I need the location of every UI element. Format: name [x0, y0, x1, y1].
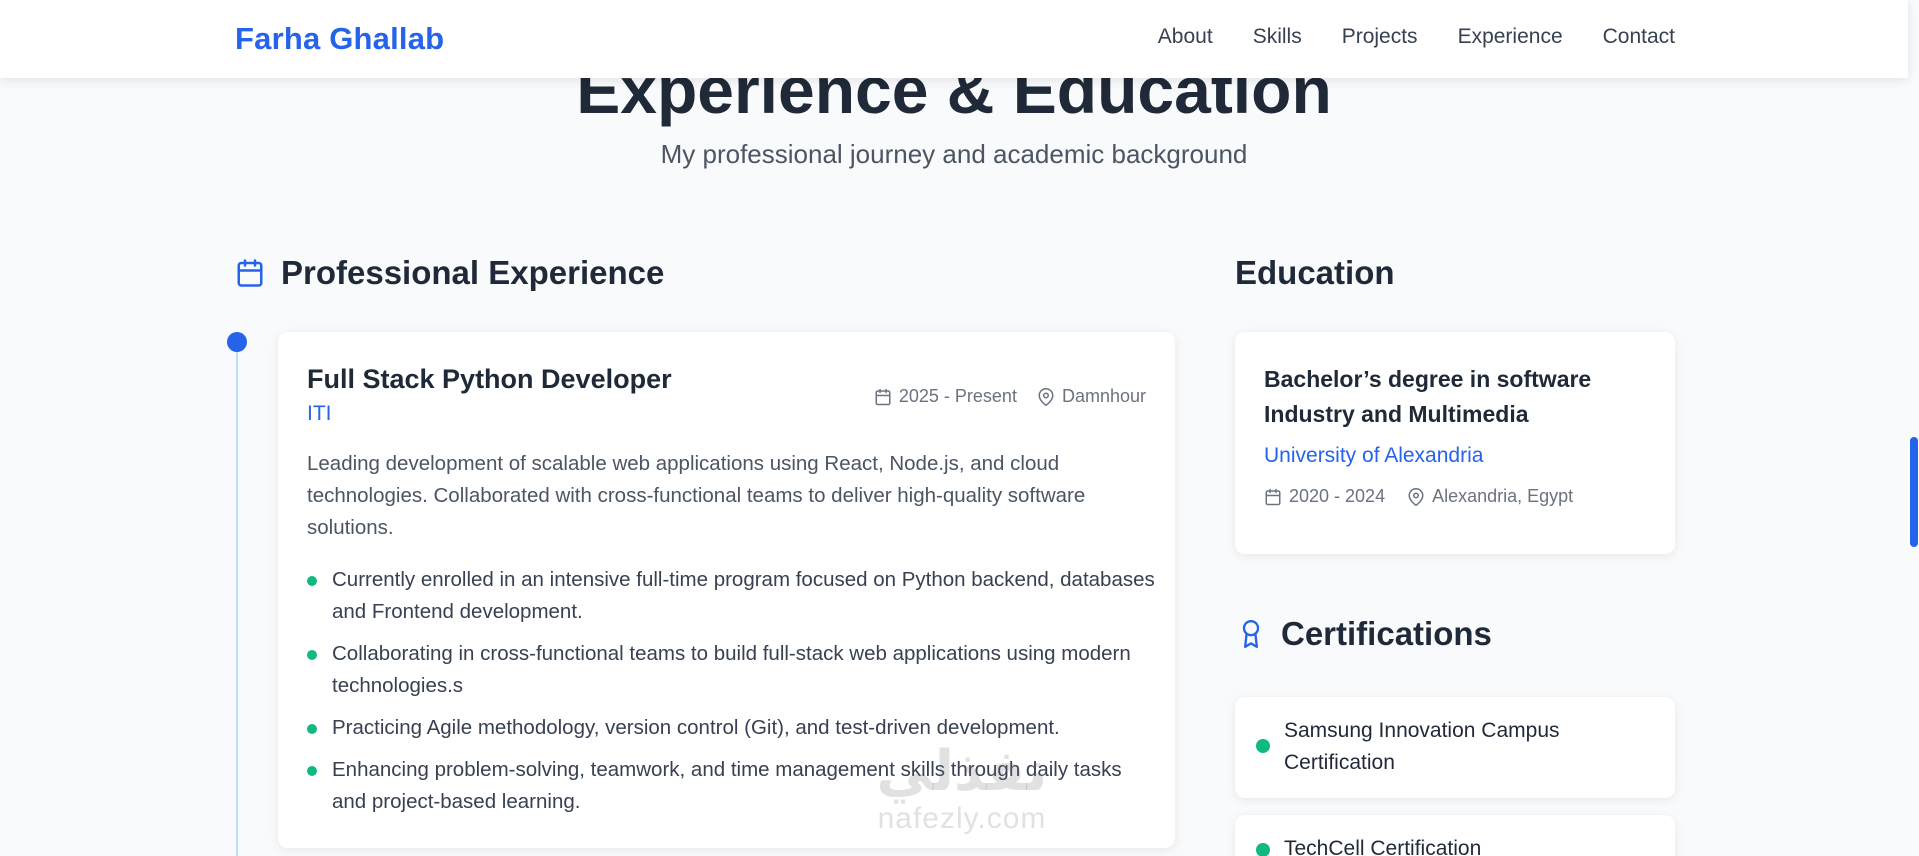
bullet-dot	[307, 724, 317, 734]
job-period-label: 2025 - Present	[898, 386, 1017, 406]
edu-location-label: Alexandria, Egypt	[1432, 486, 1574, 506]
cert-name: TechCell Certification	[1284, 837, 1482, 856]
nav-link-about[interactable]: About	[1158, 25, 1213, 49]
list-item: Currently enrolled in an intensive full-…	[307, 564, 1157, 628]
list-item: Enhancing problem-solving, teamwork, and…	[307, 754, 1157, 818]
certifications-heading: Certifications	[1237, 615, 1492, 653]
job-location: Damnhour	[1037, 386, 1146, 407]
nav-link-experience[interactable]: Experience	[1458, 25, 1563, 49]
navbar: Farha Ghallab About Skills Projects Expe…	[0, 0, 1908, 78]
job-meta: 2025 - Present Damnhour	[874, 386, 1146, 407]
calendar-icon	[874, 388, 892, 406]
map-pin-icon	[1037, 387, 1055, 406]
bullet-dot	[307, 650, 317, 660]
certifications-heading-label: Certifications	[1281, 615, 1492, 652]
list-item: Collaborating in cross-functional teams …	[307, 638, 1157, 702]
award-icon	[1237, 618, 1265, 650]
job-title: Full Stack Python Developer	[307, 364, 672, 394]
bullet-dot	[307, 576, 317, 586]
certification-card: TechCell Certification	[1235, 815, 1675, 856]
list-item: Practicing Agile methodology, version co…	[307, 712, 1157, 744]
timeline-line	[236, 342, 238, 856]
bullet-dot	[307, 766, 317, 776]
nav-link-contact[interactable]: Contact	[1603, 25, 1675, 49]
edu-location: Alexandria, Egypt	[1407, 486, 1573, 507]
certification-card: Samsung Innovation Campus Certification	[1235, 697, 1675, 798]
calendar-icon	[235, 258, 265, 288]
brand-logo[interactable]: Farha Ghallab	[235, 21, 444, 57]
experience-card: Full Stack Python Developer ITI 2025 - P…	[278, 332, 1175, 848]
map-pin-icon	[1407, 487, 1425, 506]
job-description: Leading development of scalable web appl…	[307, 452, 1086, 539]
calendar-icon	[1264, 488, 1282, 506]
timeline-dot	[227, 332, 247, 352]
edu-period: 2020 - 2024	[1264, 486, 1385, 507]
edu-meta: 2020 - 2024 Alexandria, Egypt	[1264, 486, 1573, 507]
bullet-text: Practicing Agile methodology, version co…	[332, 716, 1060, 739]
edu-degree: Bachelor’s degree in software Industry a…	[1264, 366, 1592, 427]
cert-dot	[1256, 843, 1270, 856]
scrollbar[interactable]	[1908, 0, 1919, 856]
section-subtitle: My professional journey and academic bac…	[660, 139, 1248, 169]
edu-period-label: 2020 - 2024	[1289, 486, 1386, 506]
nav-link-projects[interactable]: Projects	[1342, 25, 1418, 49]
nav-link-skills[interactable]: Skills	[1253, 25, 1302, 49]
job-period: 2025 - Present	[874, 386, 1017, 407]
bullet-text: Collaborating in cross-functional teams …	[332, 642, 1131, 697]
experience-heading: Professional Experience	[235, 254, 664, 292]
bullet-text: Currently enrolled in an intensive full-…	[332, 568, 1155, 623]
experience-heading-label: Professional Experience	[281, 254, 665, 291]
job-company: ITI	[307, 402, 332, 425]
bullet-text: Enhancing problem-solving, teamwork, and…	[332, 758, 1122, 813]
cert-dot	[1256, 739, 1270, 753]
education-heading: Education	[1235, 254, 1395, 291]
nav-links: About Skills Projects Experience Contact	[1158, 25, 1675, 49]
scrollbar-thumb[interactable]	[1910, 437, 1918, 547]
job-location-label: Damnhour	[1061, 386, 1146, 406]
cert-name: Samsung Innovation Campus Certification	[1284, 719, 1560, 774]
education-card: Bachelor’s degree in software Industry a…	[1235, 332, 1675, 554]
edu-school: University of Alexandria	[1264, 444, 1484, 467]
job-bullets: Currently enrolled in an intensive full-…	[307, 564, 1157, 828]
